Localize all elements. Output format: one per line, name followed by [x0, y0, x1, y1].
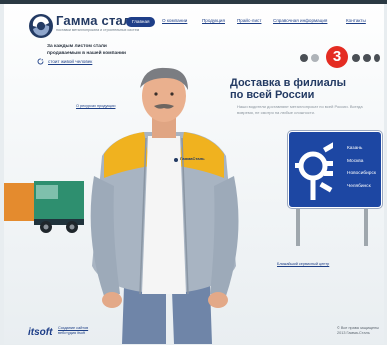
slide-dot-5[interactable] [363, 54, 371, 62]
promo-line-2: продаваемым в нашей компании [47, 50, 126, 56]
sign-city-1: Казань [347, 146, 363, 151]
nav-item-contacts[interactable]: Контакты [346, 17, 366, 25]
slide-dot-4[interactable] [352, 54, 360, 62]
roundabout-arrow-icon [295, 142, 333, 200]
slide-dot-2[interactable] [311, 54, 319, 62]
studio-link-line-2: вебстудия itsoft [58, 331, 86, 335]
page: Гамма сталь поставки металлопроката и ст… [4, 4, 384, 344]
studio-link[interactable]: Создание сайтов вебстудия itsoft [58, 326, 88, 336]
sign-city-2: Москва [347, 159, 364, 164]
main-nav: Главная О компании Продукция Прайс-лист … [4, 17, 384, 31]
nav-item-reference[interactable]: Справочная информация [273, 17, 327, 25]
jacket-badge: ГаммаСталь [180, 156, 205, 161]
copyright-line-2: 2013 Гамма-Сталь [337, 331, 370, 335]
slide-dot-6[interactable] [374, 54, 380, 62]
copyright: © Все права защищены 2013 Гамма-Сталь [337, 326, 379, 336]
slide-number-badge[interactable]: 3 [326, 46, 348, 68]
nav-item-about[interactable]: О компании [162, 17, 187, 25]
slide-description: Наши водители доставляют металлопрокат п… [237, 104, 363, 115]
sign-city-4: Челябинск [347, 184, 371, 189]
live-person-link[interactable]: стоит живой человек [48, 59, 92, 64]
road-sign: Казань Москва Новосибирск Челябинск [288, 131, 382, 208]
side-link-right-label: Ближайший сервисный центр [277, 262, 330, 266]
service-center-link[interactable]: Ближайший сервисный центр [277, 262, 332, 267]
nav-item-home[interactable]: Главная [126, 17, 156, 27]
truck-illustration [4, 181, 84, 233]
sign-city-3: Новосибирск [347, 171, 376, 176]
nav-item-products[interactable]: Продукция [202, 17, 225, 25]
sign-post-right [364, 208, 368, 246]
refresh-icon[interactable] [37, 58, 44, 65]
promo-text: За каждым листом стали продаваемым в наш… [47, 44, 126, 57]
slide-dot-1[interactable] [300, 54, 308, 62]
worker-illustration [90, 67, 239, 344]
nav-item-price-list[interactable]: Прайс-лист [237, 17, 261, 25]
itsoft-logo[interactable]: itsoft [28, 327, 52, 338]
sign-post-left [296, 208, 300, 246]
